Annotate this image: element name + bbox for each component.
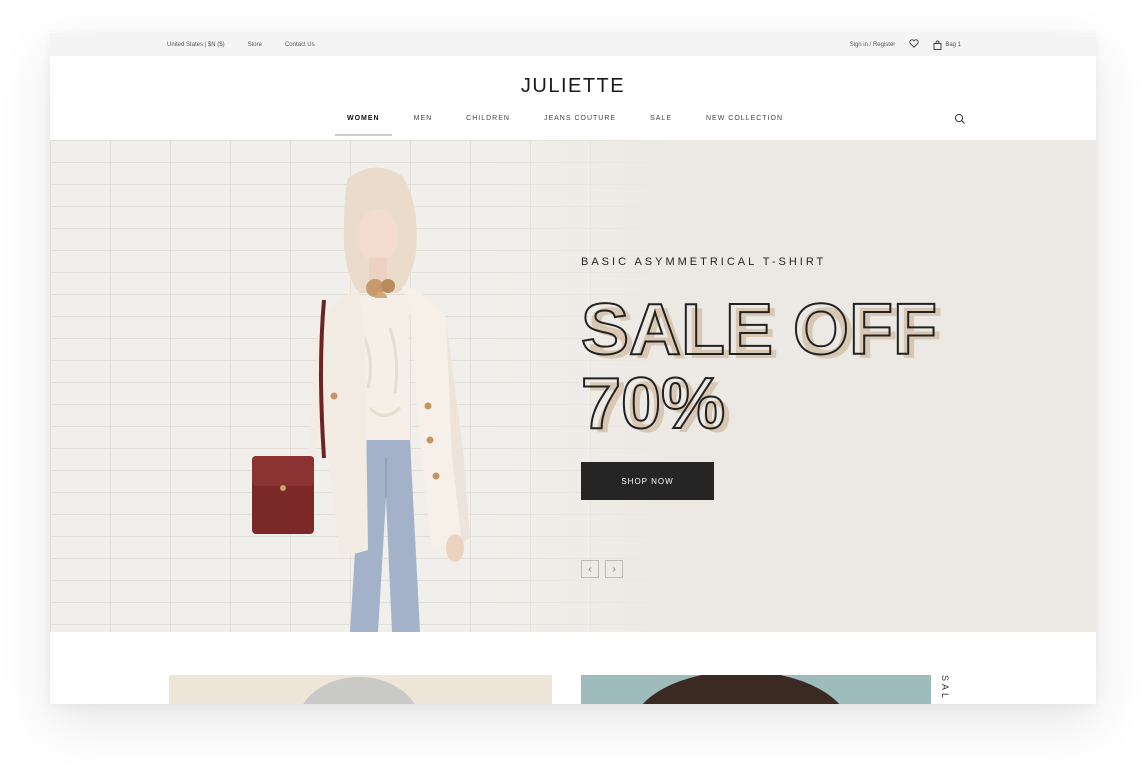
bag-label: Bag 1 <box>945 41 961 48</box>
bag-button[interactable]: Bag 1 <box>933 40 961 50</box>
headline-line1: SALE OFF <box>581 290 937 370</box>
contact-link[interactable]: Contact Us <box>285 42 315 48</box>
nav-sale[interactable]: SALE <box>638 109 684 136</box>
wishlist-button[interactable] <box>909 39 919 50</box>
site-logo[interactable]: JULIETTE <box>50 75 1096 98</box>
nav-children[interactable]: CHILDREN <box>454 109 522 136</box>
slider-controls: ‹ › <box>581 560 623 578</box>
product-tile-2[interactable] <box>581 675 931 704</box>
signin-link[interactable]: Sign in / Register <box>850 42 896 48</box>
headline-line2: 70% <box>581 364 725 440</box>
tile-2-image <box>642 675 840 704</box>
nav-men[interactable]: MEN <box>402 109 445 136</box>
slider-prev-button[interactable]: ‹ <box>581 560 599 578</box>
bag-icon <box>933 40 942 50</box>
region-selector[interactable]: United States | $N ($) <box>167 42 225 48</box>
chevron-right-icon: › <box>612 563 616 575</box>
shop-now-button[interactable]: SHOP NOW <box>581 462 714 500</box>
main-nav: WOMEN MEN CHILDREN JEANS COUTURE SALE NE… <box>335 109 805 136</box>
nav-jeans-couture[interactable]: JEANS COUTURE <box>532 109 628 136</box>
heart-icon <box>909 39 919 48</box>
store-link[interactable]: Store <box>248 42 262 48</box>
hero-copy: BASIC ASYMMETRICAL T-SHIRT SALE OFF SALE… <box>581 256 941 500</box>
hero-headline: SALE OFF SALE OFF 70% 70% <box>581 290 941 440</box>
product-tile-1[interactable] <box>169 675 552 704</box>
headline-svg: SALE OFF SALE OFF 70% 70% <box>581 290 941 440</box>
hero-banner: BASIC ASYMMETRICAL T-SHIRT SALE OFF SALE… <box>50 140 1096 632</box>
tile-1-image <box>303 677 415 704</box>
nav-new-collection[interactable]: NEW COLLECTION <box>694 109 795 136</box>
browser-window: United States | $N ($) Store Contact Us … <box>50 33 1096 704</box>
hero-subtitle: BASIC ASYMMETRICAL T-SHIRT <box>581 256 827 268</box>
utility-bar: United States | $N ($) Store Contact Us … <box>50 33 1096 56</box>
nav-women[interactable]: WOMEN <box>335 109 392 136</box>
sale-vertical-label: SAL <box>940 675 950 702</box>
chevron-left-icon: ‹ <box>588 563 592 575</box>
model-photo <box>252 167 470 632</box>
search-icon[interactable] <box>954 113 966 125</box>
slider-next-button[interactable]: › <box>605 560 623 578</box>
